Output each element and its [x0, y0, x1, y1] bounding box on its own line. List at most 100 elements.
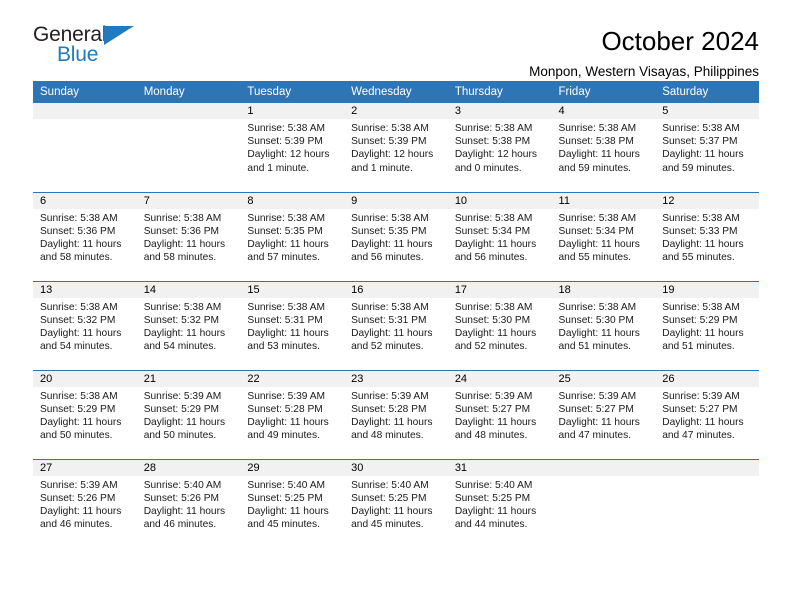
- day-cell[interactable]: 22 Sunrise: 5:39 AM Sunset: 5:28 PM Dayligh…: [240, 369, 345, 459]
- daylight-text-line1: Daylight: 11 hours: [247, 416, 329, 428]
- day-cell[interactable]: 23 Sunrise: 5:39 AM Sunset: 5:28 PM Dayligh…: [344, 369, 448, 459]
- day-info: [33, 119, 137, 122]
- day-cell[interactable]: 8 Sunrise: 5:38 AM Sunset: 5:35 PM Daylight…: [240, 191, 345, 281]
- daylight-text-line2: and 51 minutes.: [558, 341, 632, 353]
- day-cell[interactable]: 11 Sunrise: 5:38 AM Sunset: 5:34 PM Dayligh…: [551, 191, 656, 281]
- day-cell[interactable]: 29 Sunrise: 5:40 AM Sunset: 5:25 PM Dayligh…: [240, 458, 345, 548]
- day-cell[interactable]: 12 Sunrise: 5:38 AM Sunset: 5:33 PM Dayligh…: [655, 191, 759, 281]
- daylight-text-line1: Daylight: 11 hours: [558, 149, 640, 161]
- day-number: 12: [655, 192, 759, 209]
- day-cell[interactable]: 19 Sunrise: 5:38 AM Sunset: 5:29 PM Dayligh…: [655, 280, 759, 370]
- day-number: [655, 459, 759, 476]
- day-cell[interactable]: 25 Sunrise: 5:39 AM Sunset: 5:27 PM Dayligh…: [551, 369, 656, 459]
- daylight-text-line2: and 56 minutes.: [351, 252, 424, 264]
- day-cell[interactable]: 5 Sunrise: 5:38 AM Sunset: 5:37 PM Daylight…: [655, 103, 759, 192]
- day-cell[interactable]: 3 Sunrise: 5:38 AM Sunset: 5:38 PM Daylight…: [447, 103, 552, 192]
- sunrise-text: Sunrise: 5:38 AM: [454, 301, 533, 313]
- day-cell[interactable]: 21 Sunrise: 5:39 AM Sunset: 5:29 PM Dayligh…: [136, 369, 241, 459]
- day-number: 18: [551, 281, 656, 298]
- daylight-text-line1: Daylight: 11 hours: [558, 416, 640, 428]
- daylight-text-line2: and 0 minutes.: [454, 162, 522, 174]
- daylight-text-line1: Daylight: 11 hours: [247, 327, 329, 339]
- sunset-text: Sunset: 5:30 PM: [454, 314, 531, 326]
- day-number: 24: [447, 370, 552, 387]
- day-cell[interactable]: 24 Sunrise: 5:39 AM Sunset: 5:27 PM Dayligh…: [447, 369, 552, 459]
- daylight-text-line2: and 52 minutes.: [454, 341, 528, 353]
- day-number: 13: [33, 281, 137, 298]
- day-cell[interactable]: 30 Sunrise: 5:40 AM Sunset: 5:25 PM Dayligh…: [344, 458, 448, 548]
- day-number: 10: [447, 192, 552, 209]
- day-cell[interactable]: 26 Sunrise: 5:39 AM Sunset: 5:27 PM Dayligh…: [655, 369, 759, 459]
- sunset-text: Sunset: 5:28 PM: [247, 403, 323, 415]
- day-number: 17: [447, 281, 552, 298]
- day-cell[interactable]: 17 Sunrise: 5:38 AM Sunset: 5:30 PM Dayligh…: [447, 280, 552, 370]
- day-cell[interactable]: [33, 103, 137, 192]
- sunset-text: Sunset: 5:27 PM: [662, 403, 738, 415]
- calendar-page: General Blue October 2024 Monpon, Wester…: [0, 0, 792, 612]
- daylight-text-line2: and 58 minutes.: [40, 252, 113, 264]
- day-number: 26: [655, 370, 759, 387]
- day-cell[interactable]: 10 Sunrise: 5:38 AM Sunset: 5:34 PM Dayligh…: [447, 191, 552, 281]
- sunset-text: Sunset: 5:31 PM: [247, 314, 323, 326]
- day-cell[interactable]: [551, 458, 656, 548]
- day-cell[interactable]: 2 Sunrise: 5:38 AM Sunset: 5:39 PM Daylight…: [344, 103, 448, 192]
- day-cell[interactable]: [655, 458, 759, 548]
- day-info: Sunrise: 5:38 AM Sunset: 5:31 PM Daylight:…: [344, 298, 448, 354]
- daylight-text-line2: and 47 minutes.: [558, 430, 632, 442]
- day-cell[interactable]: 16 Sunrise: 5:38 AM Sunset: 5:31 PM Dayligh…: [344, 280, 448, 370]
- weekday-header-friday: Friday: [551, 81, 656, 103]
- day-info: Sunrise: 5:38 AM Sunset: 5:37 PM Daylight:…: [655, 119, 759, 175]
- day-info: [552, 476, 656, 479]
- day-cell[interactable]: 28 Sunrise: 5:40 AM Sunset: 5:26 PM Dayligh…: [136, 458, 241, 548]
- sunrise-text: Sunrise: 5:38 AM: [558, 301, 637, 313]
- day-cell[interactable]: 1 Sunrise: 5:38 AM Sunset: 5:39 PM Daylight…: [240, 103, 345, 192]
- daylight-text-line1: Daylight: 12 hours: [351, 149, 434, 161]
- day-cell[interactable]: 7 Sunrise: 5:38 AM Sunset: 5:36 PM Daylight…: [136, 191, 241, 281]
- calendar-grid: Sunday Monday Tuesday Wednesday Thursday…: [33, 81, 759, 548]
- daylight-text-line1: Daylight: 11 hours: [143, 238, 226, 250]
- day-cell[interactable]: 6 Sunrise: 5:38 AM Sunset: 5:36 PM Daylight…: [33, 191, 137, 281]
- day-number: 7: [136, 192, 241, 209]
- day-cell[interactable]: 9 Sunrise: 5:38 AM Sunset: 5:35 PM Daylight…: [344, 191, 448, 281]
- daylight-text-line1: Daylight: 11 hours: [143, 505, 226, 517]
- daylight-text-line1: Daylight: 11 hours: [454, 238, 537, 250]
- sunset-text: Sunset: 5:29 PM: [662, 314, 738, 326]
- day-cell[interactable]: 15 Sunrise: 5:38 AM Sunset: 5:31 PM Dayligh…: [240, 280, 345, 370]
- day-number: 4: [551, 103, 656, 119]
- day-cell[interactable]: 31 Sunrise: 5:40 AM Sunset: 5:25 PM Dayligh…: [447, 458, 552, 548]
- day-cell[interactable]: [136, 103, 241, 192]
- day-number: 28: [136, 459, 241, 476]
- day-cell[interactable]: 14 Sunrise: 5:38 AM Sunset: 5:32 PM Dayligh…: [136, 280, 241, 370]
- day-info: [137, 119, 241, 122]
- sunset-text: Sunset: 5:25 PM: [351, 492, 427, 504]
- sunset-text: Sunset: 5:36 PM: [40, 225, 116, 237]
- daylight-text-line1: Daylight: 11 hours: [143, 327, 226, 339]
- daylight-text-line2: and 59 minutes.: [558, 162, 632, 174]
- sunrise-text: Sunrise: 5:38 AM: [247, 301, 325, 313]
- daylight-text-line1: Daylight: 11 hours: [558, 327, 640, 339]
- day-info: Sunrise: 5:39 AM Sunset: 5:27 PM Daylight:…: [448, 387, 552, 443]
- day-info: Sunrise: 5:38 AM Sunset: 5:38 PM Daylight:…: [552, 119, 656, 175]
- day-info: Sunrise: 5:39 AM Sunset: 5:28 PM Daylight:…: [344, 387, 448, 443]
- day-info: Sunrise: 5:38 AM Sunset: 5:36 PM Daylight:…: [137, 209, 241, 265]
- sunset-text: Sunset: 5:33 PM: [662, 225, 738, 237]
- day-cell[interactable]: 18 Sunrise: 5:38 AM Sunset: 5:30 PM Dayligh…: [551, 280, 656, 370]
- sunset-text: Sunset: 5:37 PM: [662, 136, 738, 148]
- day-number: 27: [33, 459, 137, 476]
- day-number: 8: [240, 192, 345, 209]
- day-info: Sunrise: 5:38 AM Sunset: 5:35 PM Daylight:…: [240, 209, 344, 265]
- sunrise-text: Sunrise: 5:39 AM: [662, 390, 740, 402]
- week-row: 20 Sunrise: 5:38 AM Sunset: 5:29 PM Dayligh…: [33, 369, 759, 459]
- daylight-text-line2: and 52 minutes.: [351, 341, 424, 353]
- day-cell[interactable]: 4 Sunrise: 5:38 AM Sunset: 5:38 PM Daylight…: [551, 103, 656, 192]
- sunset-text: Sunset: 5:26 PM: [40, 492, 116, 504]
- sunset-text: Sunset: 5:29 PM: [143, 403, 220, 415]
- sunrise-text: Sunrise: 5:38 AM: [662, 301, 740, 313]
- page-subtitle: Monpon, Western Visayas, Philippines: [529, 64, 759, 79]
- sunrise-text: Sunrise: 5:38 AM: [247, 212, 325, 224]
- day-cell[interactable]: 20 Sunrise: 5:38 AM Sunset: 5:29 PM Dayligh…: [33, 369, 137, 459]
- day-cell[interactable]: 13 Sunrise: 5:38 AM Sunset: 5:32 PM Dayligh…: [33, 280, 137, 370]
- day-cell[interactable]: 27 Sunrise: 5:39 AM Sunset: 5:26 PM Dayligh…: [33, 458, 137, 548]
- header-titles: October 2024 Monpon, Western Visayas, Ph…: [529, 24, 759, 81]
- sunrise-text: Sunrise: 5:39 AM: [247, 390, 325, 402]
